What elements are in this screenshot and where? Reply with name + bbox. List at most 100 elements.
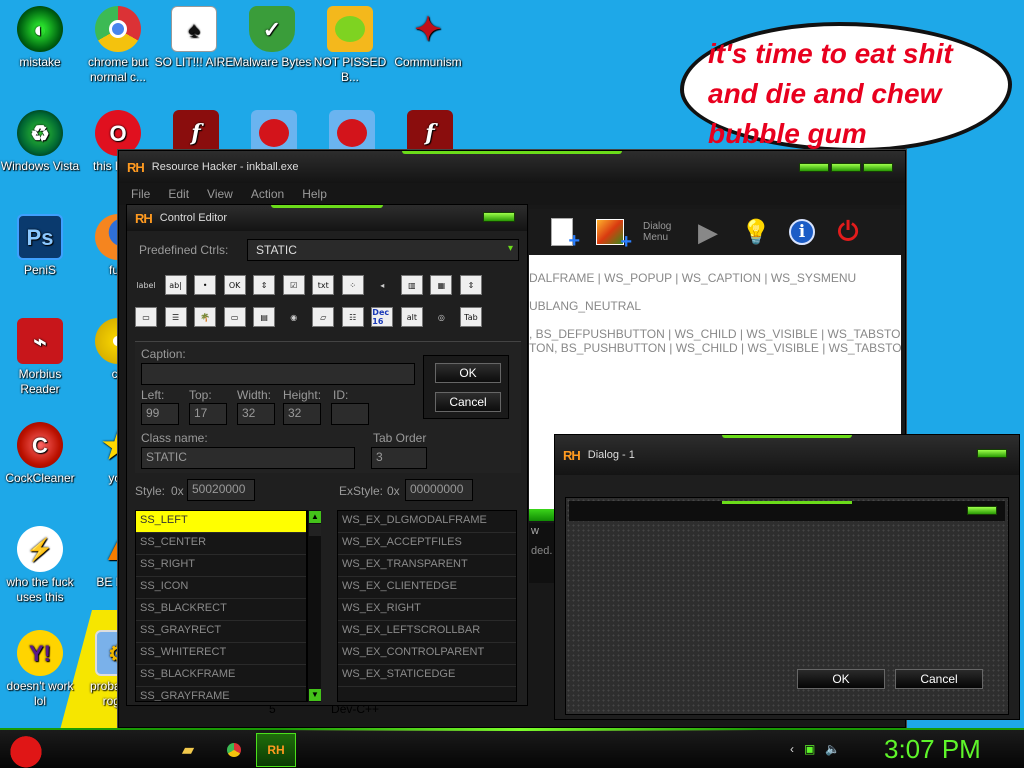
volume-icon[interactable]: 🔈 xyxy=(825,742,840,756)
palette-datetime-tool[interactable]: Dec 16 xyxy=(371,307,394,327)
close-button[interactable] xyxy=(483,212,515,222)
palette-radio-tool[interactable]: • xyxy=(194,275,217,295)
menu-action[interactable]: Action xyxy=(251,187,284,201)
style-item[interactable]: SS_GRAYRECT xyxy=(136,621,306,643)
palette-scrollbar-tool[interactable]: ▤ xyxy=(253,307,276,327)
class-name-field[interactable]: STATIC xyxy=(141,447,355,469)
power-icon[interactable]: ⏻ xyxy=(833,216,863,247)
left-field[interactable]: 99 xyxy=(141,403,179,425)
palette-image-tool[interactable]: 🌴 xyxy=(194,307,217,327)
predefined-ctrls-select[interactable]: STATIC xyxy=(247,239,519,261)
palette-groupbox-tool[interactable]: ▭ xyxy=(135,307,157,327)
play-icon[interactable]: ▶ xyxy=(693,217,723,247)
menu-edit[interactable]: Edit xyxy=(168,187,189,201)
id-field[interactable] xyxy=(331,403,369,425)
ok-button[interactable]: OK xyxy=(435,363,501,383)
style-item[interactable]: SS_RIGHT xyxy=(136,555,306,577)
close-button[interactable] xyxy=(863,163,893,172)
style-item-selected[interactable]: SS_LEFT xyxy=(136,511,306,533)
style-list-scrollbar[interactable]: ▲ ▼ xyxy=(307,510,321,702)
style-item[interactable]: SS_GRAYFRAME xyxy=(136,687,306,701)
palette-label-tool[interactable]: label xyxy=(135,275,157,295)
style-item[interactable]: SS_ICON xyxy=(136,577,306,599)
desktop-icon-morbius-reader[interactable]: ⌁ Morbius Reader xyxy=(0,318,80,397)
palette-grid-tool[interactable]: ▦ xyxy=(430,275,453,295)
desktop-icon-communism[interactable]: ✦ Communism xyxy=(388,6,468,70)
dialog-ok-button[interactable]: OK xyxy=(797,669,885,689)
close-button[interactable] xyxy=(977,449,1007,458)
desktop-icon-malwarebytes[interactable]: ✓ Malware Bytes xyxy=(232,6,312,70)
tray-arrow-icon[interactable]: ‹ xyxy=(790,742,794,756)
palette-edit-tool[interactable]: ab| xyxy=(164,275,187,295)
palette-animate-tool[interactable]: ▱ xyxy=(312,307,335,327)
width-field[interactable]: 32 xyxy=(237,403,275,425)
exstyle-item[interactable]: WS_EX_TRANSPARENT xyxy=(338,555,516,577)
maximize-button[interactable] xyxy=(831,163,861,172)
scroll-down-icon[interactable]: ▼ xyxy=(309,689,321,701)
desktop-icon-doesnt-work[interactable]: Y! doesn't work lol xyxy=(0,630,80,709)
palette-treeview-tool[interactable]: ⁘ xyxy=(341,275,364,295)
add-image-resource-button[interactable] xyxy=(595,217,632,254)
exstyle-field[interactable]: 00000000 xyxy=(405,479,473,501)
palette-ipaddress-tool[interactable]: ◎ xyxy=(430,307,452,327)
chrome-taskbar-icon[interactable] xyxy=(220,736,248,764)
exstyle-item[interactable]: WS_EX_STATICEDGE xyxy=(338,665,516,687)
palette-checkbox-tool[interactable]: ☑ xyxy=(282,275,305,295)
style-item[interactable]: SS_BLACKRECT xyxy=(136,599,306,621)
style-item[interactable]: SS_CENTER xyxy=(136,533,306,555)
close-button[interactable] xyxy=(967,506,997,515)
dialog-cancel-button[interactable]: Cancel xyxy=(895,669,983,689)
desktop-icon-who-uses-this[interactable]: ⚡ who the fuck uses this xyxy=(0,526,80,605)
info-icon[interactable]: i xyxy=(789,219,815,245)
menu-view[interactable]: View xyxy=(207,187,233,201)
palette-tab-tool[interactable]: Tab xyxy=(459,307,482,327)
caption-field[interactable] xyxy=(141,363,415,385)
style-item[interactable]: SS_BLACKFRAME xyxy=(136,665,306,687)
exstyle-item[interactable]: WS_EX_RIGHT xyxy=(338,599,516,621)
palette-listview-tool[interactable]: ☷ xyxy=(341,307,364,327)
top-field[interactable]: 17 xyxy=(189,403,227,425)
desktop-icon-penis[interactable]: Ps PeniS xyxy=(0,214,80,278)
add-blank-resource-button[interactable] xyxy=(547,217,580,253)
taskbar-clock[interactable]: 3:07 PM xyxy=(884,734,981,765)
style-list[interactable]: SS_LEFT SS_CENTER SS_RIGHT SS_ICON SS_BL… xyxy=(135,510,307,702)
exstyle-item[interactable]: WS_EX_ACCEPTFILES xyxy=(338,533,516,555)
palette-option-tool[interactable]: ◉ xyxy=(283,307,305,327)
control-editor-window[interactable]: RH Control Editor Predefined Ctrls: STAT… xyxy=(126,204,528,706)
desktop-icon-mistake[interactable]: ◐ mistake xyxy=(0,6,80,70)
control-editor-titlebar[interactable]: RH Control Editor xyxy=(127,205,527,231)
palette-button-tool[interactable]: OK xyxy=(223,275,246,295)
palette-trackbar-tool[interactable]: ◂ xyxy=(371,275,393,295)
cancel-button[interactable]: Cancel xyxy=(435,392,501,412)
height-field[interactable]: 32 xyxy=(283,403,321,425)
start-button-angry-bird-icon[interactable] xyxy=(6,732,46,768)
exstyle-item[interactable]: WS_EX_LEFTSCROLLBAR xyxy=(338,621,516,643)
desktop-icon-chrome[interactable]: chrome but normal c... xyxy=(78,6,158,85)
tab-order-field[interactable]: 3 xyxy=(371,447,427,469)
palette-progress-tool[interactable]: ▥ xyxy=(400,275,423,295)
main-titlebar[interactable]: RH Resource Hacker - inkball.exe xyxy=(119,151,905,183)
exstyle-item[interactable]: WS_EX_CLIENTEDGE xyxy=(338,577,516,599)
dialog-menu-button[interactable]: Dialog Menu xyxy=(643,217,675,247)
palette-richedit-tool[interactable]: txt xyxy=(312,275,335,295)
exstyle-item[interactable]: WS_EX_CONTROLPARENT xyxy=(338,643,516,665)
folder-icon[interactable]: ▰ xyxy=(174,736,202,764)
desktop-icon-windows-vista[interactable]: ♻ Windows Vista xyxy=(0,110,80,174)
minimize-button[interactable] xyxy=(799,163,829,172)
menu-help[interactable]: Help xyxy=(302,187,327,201)
palette-updown-tool[interactable]: ⇕ xyxy=(459,275,482,295)
desktop-icon-cockcleaner[interactable]: C CockCleaner xyxy=(0,422,80,486)
scroll-thumb[interactable] xyxy=(309,524,321,536)
desktop-icon-solitaire[interactable]: ♠ SO LIT!!! AIRE xyxy=(154,6,234,70)
dialog-preview-window[interactable]: RH Dialog - 1 OK Cancel xyxy=(554,434,1020,720)
style-field[interactable]: 50020000 xyxy=(187,479,255,501)
palette-hotkey-tool[interactable]: alt xyxy=(400,307,423,327)
menu-file[interactable]: File xyxy=(131,187,150,201)
exstyle-list[interactable]: WS_EX_DLGMODALFRAME WS_EX_ACCEPTFILES WS… xyxy=(337,510,517,702)
palette-spin-tool[interactable]: ⇕ xyxy=(253,275,276,295)
desktop-icon-not-pissed[interactable]: NOT PISSED B... xyxy=(310,6,390,85)
exstyle-item[interactable]: WS_EX_DLGMODALFRAME xyxy=(338,511,516,533)
palette-combobox-tool[interactable]: ▭ xyxy=(223,307,246,327)
dialog-titlebar[interactable]: RH Dialog - 1 xyxy=(555,435,1019,475)
style-item[interactable]: SS_WHITERECT xyxy=(136,643,306,665)
